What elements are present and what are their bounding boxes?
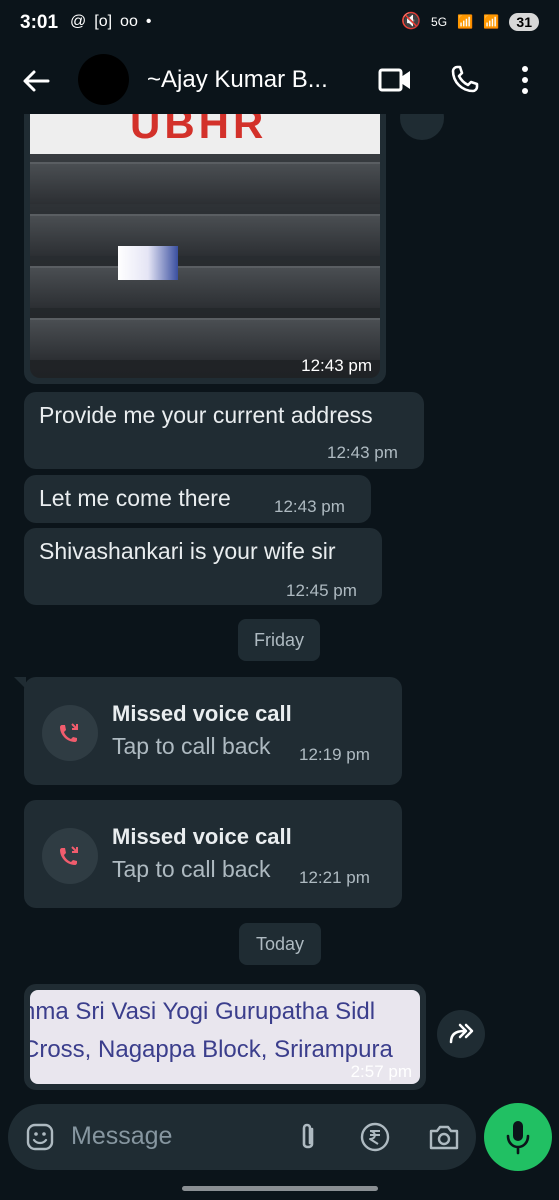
video-call-icon[interactable] — [378, 66, 412, 94]
forward-button[interactable] — [437, 1010, 485, 1058]
message-input[interactable]: Message — [71, 1122, 172, 1151]
missed-call-message[interactable]: Missed voice call Tap to call back 12:19… — [14, 677, 402, 785]
mute-icon: 🔇 — [401, 13, 422, 30]
chat-area[interactable]: UBHR 12:43 pm Provide me your current ad… — [0, 114, 559, 1100]
attach-icon[interactable] — [296, 1121, 320, 1153]
mic-button[interactable] — [484, 1103, 552, 1171]
text-message[interactable]: Provide me your current address 12:43 pm — [24, 392, 424, 469]
image-message[interactable]: UBHR 12:43 pm — [24, 114, 386, 384]
photo-sticker — [118, 246, 178, 280]
contact-name[interactable]: ~Ajay Kumar B... — [147, 66, 328, 94]
forward-button[interactable] — [400, 114, 444, 140]
forward-icon — [449, 1023, 474, 1044]
signal-icon: 📶 — [457, 14, 474, 29]
voice-call-icon[interactable] — [450, 64, 480, 94]
photo-gate-slat — [30, 214, 380, 256]
photo-gate-slat — [30, 318, 380, 360]
image-message[interactable]: hma Sri Vasi Yogi Gurupatha Sidl Cross, … — [24, 984, 426, 1090]
photo[interactable]: UBHR — [30, 114, 380, 378]
message-composer[interactable]: Message — [8, 1104, 476, 1170]
voicemail-icon: oo — [120, 13, 138, 30]
date-chip-today: Today — [239, 923, 321, 965]
battery-indicator: 31 — [509, 13, 539, 31]
status-bar: 3:01 @ [o] oo • 🔇 5G 📶 📶 31 — [0, 0, 559, 48]
dot-icon: • — [145, 13, 152, 30]
photo-gate-slat — [30, 266, 380, 308]
call-time: 12:21 pm — [299, 868, 370, 887]
mic-icon — [506, 1121, 530, 1155]
screenshot-icon: [o] — [94, 13, 113, 30]
message-time: 12:45 pm — [286, 581, 357, 600]
call-subtitle: Tap to call back — [112, 856, 271, 882]
call-subtitle: Tap to call back — [112, 733, 271, 759]
text-message[interactable]: Shivashankari is your wife sir 12:45 pm — [24, 528, 382, 605]
call-time: 12:19 pm — [299, 745, 370, 764]
missed-call-icon-wrap — [42, 705, 98, 761]
threads-icon: @ — [70, 13, 87, 30]
status-time: 3:01 — [20, 12, 59, 33]
chat-header: ~Ajay Kumar B... — [0, 48, 559, 114]
back-arrow-icon[interactable] — [20, 65, 52, 97]
camera-icon[interactable] — [428, 1123, 460, 1151]
missed-call-icon — [60, 846, 78, 865]
photo-text-line: hma Sri Vasi Yogi Gurupatha Sidl — [30, 998, 376, 1025]
home-indicator[interactable] — [182, 1186, 378, 1191]
text-message[interactable]: Let me come there 12:43 pm — [24, 475, 371, 523]
missed-call-message[interactable]: Missed voice call Tap to call back 12:21… — [24, 800, 402, 908]
call-title: Missed voice call — [112, 701, 292, 726]
message-text: Provide me your current address — [39, 402, 373, 428]
message-text: Let me come there — [39, 485, 231, 511]
emoji-icon[interactable] — [26, 1123, 54, 1151]
more-options-icon[interactable] — [515, 64, 535, 96]
date-chip-friday: Friday — [238, 619, 320, 661]
message-time: 12:43 pm — [274, 497, 345, 516]
missed-call-icon-wrap — [42, 828, 98, 884]
missed-call-icon — [60, 723, 78, 742]
photo-sign-text: UBHR — [130, 114, 268, 147]
message-time: 2:57 pm — [350, 1062, 412, 1081]
network-5g-icon: 5G — [431, 15, 448, 29]
message-time: 12:43 pm — [301, 356, 372, 375]
message-text: Shivashankari is your wife sir — [39, 538, 336, 564]
photo-text-line: Cross, Nagappa Block, Srirampura — [30, 1036, 393, 1063]
photo-gate-slat — [30, 162, 380, 204]
photo-sign: UBHR — [30, 114, 380, 154]
signal-icon-2: 📶 — [483, 14, 500, 29]
status-left-icons: @ [o] oo • — [70, 12, 151, 32]
status-right-icons: 🔇 5G 📶 📶 31 — [401, 12, 539, 32]
call-title: Missed voice call — [112, 824, 292, 849]
avatar[interactable] — [78, 54, 129, 105]
message-time: 12:43 pm — [327, 443, 398, 462]
rupee-icon[interactable] — [360, 1122, 390, 1152]
